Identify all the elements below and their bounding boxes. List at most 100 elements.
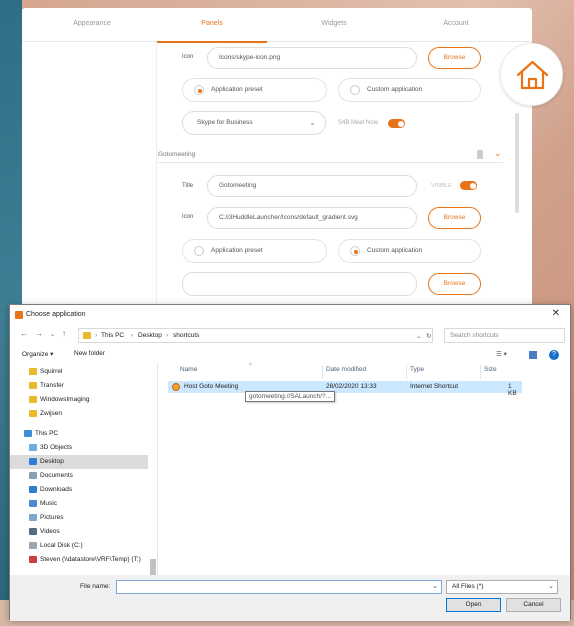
radio-empty-icon[interactable] (194, 246, 204, 256)
chevron-down-icon: ⌄ (548, 583, 554, 590)
tree-item[interactable]: Squirrel (10, 365, 148, 379)
tree-item[interactable]: Transfer (10, 379, 148, 393)
goto-preset-option[interactable]: Application preset (182, 239, 327, 263)
goto-browse-button[interactable]: Browse (428, 207, 481, 229)
dialog-titlebar: Choose application ✕ (10, 305, 570, 325)
s4b-toggle-label: S4B Meet Now (338, 120, 379, 126)
navigation-tree: Squirrel Transfer WindowsImaging Zwijsen… (10, 363, 158, 593)
radio-empty-icon[interactable] (350, 85, 360, 95)
preview-pane-icon[interactable] (529, 351, 537, 359)
tree-item[interactable]: 3D Objects (10, 441, 148, 455)
custom-app-browse-button[interactable]: Browse (428, 273, 481, 295)
skype-browse-button[interactable]: Browse (428, 47, 481, 69)
dialog-footer: File name: ⌄ All Files (*) ⌄ Open Cancel (10, 575, 570, 621)
file-tooltip: gotomeeting://SALaunch/?... (245, 391, 336, 402)
goto-icon-path-field[interactable]: C:/i3HuddleLauncher/Icons/default_gradie… (207, 207, 417, 229)
settings-tabs: Appearance Panels Widgets Account (22, 8, 532, 43)
close-icon[interactable]: ✕ (552, 308, 560, 319)
tree-item[interactable]: Videos (10, 525, 148, 539)
file-name-input[interactable]: ⌄ (116, 580, 442, 594)
column-divider (322, 365, 323, 379)
forward-arrow-icon[interactable]: → (35, 329, 43, 338)
music-icon (29, 500, 37, 507)
new-folder-button[interactable]: New folder (74, 350, 105, 357)
skype-icon-path-field[interactable]: Icons/skype-icon.png (207, 47, 417, 69)
tab-widgets[interactable]: Widgets (269, 20, 399, 27)
tree-item[interactable]: Zwijsen (10, 407, 148, 421)
table-row[interactable]: Host Goto Meeting 28/02/2020 13:33 Inter… (168, 381, 522, 397)
recent-dropdown-icon[interactable]: ⌄ (50, 331, 55, 338)
cancel-button[interactable]: Cancel (506, 598, 561, 612)
refresh-icon[interactable]: ↻ (426, 332, 431, 340)
chevron-down-icon[interactable]: ⌄ (416, 332, 421, 340)
column-divider (480, 365, 481, 379)
3d-objects-icon (29, 444, 37, 451)
tab-account[interactable]: Account (391, 20, 521, 27)
app-icon (15, 311, 23, 319)
back-arrow-icon[interactable]: ← (20, 329, 28, 338)
skype-preset-option[interactable]: Application preset (182, 78, 327, 102)
downloads-icon (29, 486, 37, 493)
file-size: 1 KB (508, 383, 517, 397)
settings-scrollbar[interactable] (515, 113, 519, 213)
breadcrumb-this-pc[interactable]: This PC (101, 332, 124, 339)
tree-item[interactable]: Desktop (10, 455, 148, 469)
open-button[interactable]: Open (446, 598, 501, 612)
s4b-meet-now-toggle[interactable] (388, 119, 405, 128)
breadcrumb-shortcuts[interactable]: shortcuts (173, 332, 199, 339)
tree-item[interactable]: Music (10, 497, 148, 511)
settings-window: Appearance Panels Widgets Account Icon I… (22, 8, 532, 308)
command-bar: Organize ▾ New folder ☰ ▾ ? (10, 347, 570, 363)
chevron-down-icon: ⌄ (309, 118, 316, 127)
help-icon[interactable]: ? (549, 350, 559, 360)
network-drive-icon (29, 556, 37, 563)
folder-icon (29, 382, 37, 389)
file-type: Internet Shortcut (410, 383, 459, 390)
application-preset-select[interactable]: Skype for Business ⌄ (182, 111, 326, 135)
tree-item[interactable]: WindowsImaging (10, 393, 148, 407)
up-arrow-icon[interactable]: ↑ (62, 329, 66, 338)
videos-icon (29, 528, 37, 535)
column-date-modified[interactable]: Date modified (326, 366, 366, 380)
chevron-down-icon[interactable]: ⌄ (494, 148, 502, 159)
tab-appearance[interactable]: Appearance (27, 20, 157, 27)
section-divider (158, 162, 503, 163)
tree-item[interactable]: Steven (\\datastore\VRF\Temp) (T:) (10, 553, 148, 567)
radio-selected-icon[interactable] (350, 246, 360, 256)
search-input[interactable]: Search shortcuts (444, 328, 565, 343)
goto-title-field[interactable]: Gotomeeting (207, 175, 417, 197)
tree-item[interactable]: This PC (10, 427, 148, 441)
column-name[interactable]: Name (180, 366, 197, 380)
view-options-icon[interactable]: ☰ ▾ (496, 350, 507, 358)
tree-item[interactable]: Documents (10, 469, 148, 483)
column-type[interactable]: Type (410, 366, 424, 380)
choose-application-dialog: Choose application ✕ ← → ⌄ ↑ › This PC ›… (9, 304, 571, 621)
radio-selected-icon[interactable] (194, 85, 204, 95)
organize-menu[interactable]: Organize ▾ (22, 350, 53, 358)
computer-icon (24, 430, 32, 437)
file-type-select[interactable]: All Files (*) ⌄ (446, 580, 558, 594)
address-bar[interactable]: › This PC › Desktop › shortcuts ⌄ ↻ (78, 328, 433, 343)
visible-toggle[interactable] (460, 181, 477, 190)
icon-label: Icon (182, 54, 194, 60)
option-label: Custom application (367, 86, 423, 93)
home-button[interactable] (500, 43, 563, 106)
tree-item[interactable]: Downloads (10, 483, 148, 497)
home-icon (516, 60, 549, 90)
tab-panels[interactable]: Panels (147, 20, 277, 27)
custom-application-path-field[interactable] (182, 272, 417, 296)
tree-item[interactable]: Local Disk (C:) (10, 539, 148, 553)
column-size[interactable]: Size (484, 366, 497, 380)
skype-custom-option[interactable]: Custom application (338, 78, 481, 102)
documents-icon (29, 472, 37, 479)
breadcrumb-desktop[interactable]: Desktop (138, 332, 162, 339)
chevron-down-icon[interactable]: ⌄ (432, 582, 438, 590)
goto-custom-option[interactable]: Custom application (338, 239, 481, 263)
folder-icon (83, 332, 91, 339)
folder-icon (29, 396, 37, 403)
active-tab-indicator (157, 41, 267, 43)
icon-label: Icon (182, 214, 194, 220)
option-label: Application preset (211, 86, 263, 93)
trash-icon[interactable] (477, 150, 483, 159)
tree-item[interactable]: Pictures (10, 511, 148, 525)
